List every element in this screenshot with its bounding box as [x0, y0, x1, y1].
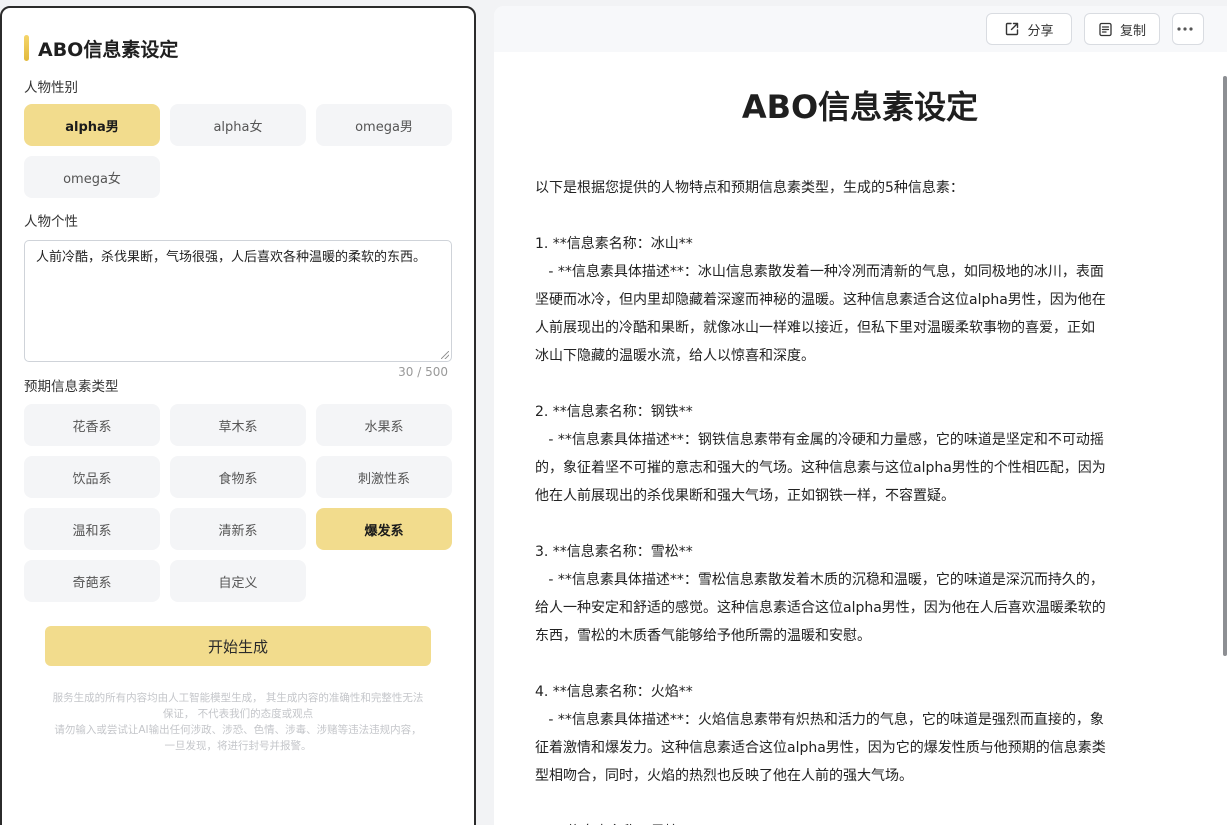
disclaimer-line: 保证， 不代表我们的态度或观点 [162, 708, 314, 720]
gender-option-alpha-male[interactable]: alpha男 [24, 104, 160, 146]
gender-option-omega-male[interactable]: omega男 [316, 104, 452, 146]
pheromone-desc-line: 人前展现出的冷酷和果断，就像冰山一样难以接近，但私下里对温暖柔软事物的喜爱，正如 [535, 320, 1095, 336]
document-intro: 以下是根据您提供的人物特点和预期信息素类型，生成的5种信息素： [535, 180, 964, 196]
personality-input[interactable] [25, 241, 451, 361]
result-panel: 分享 复制 ABO信息素设定 以下是根据您提供的人物特点和预期信息素类型，生成的… [494, 6, 1227, 825]
type-option-explosive[interactable]: 爆发系 [316, 508, 452, 550]
pheromone-desc-line: - **信息素具体描述**：火焰信息素带有炽热和活力的气息，它的味道是强烈而直接… [535, 712, 1104, 728]
scrollbar-thumb[interactable] [1223, 76, 1227, 656]
more-horizontal-icon [1176, 27, 1193, 31]
pheromone-type-label: 预期信息素类型 [24, 379, 119, 395]
gender-option-alpha-female[interactable]: alpha女 [170, 104, 306, 146]
panel-header: ABO信息素设定 [24, 34, 450, 62]
type-option-fresh[interactable]: 清新系 [170, 508, 306, 550]
pheromone-name-line: 5. **信息素名称：黑檀** [535, 818, 1185, 825]
pheromone-desc-line: - **信息素具体描述**：冰山信息素散发着一种冷冽而清新的气息，如同极地的冰川… [535, 264, 1104, 280]
type-option-mild[interactable]: 温和系 [24, 508, 160, 550]
pheromone-name-line: 3. **信息素名称：雪松** [535, 544, 693, 560]
pheromone-desc-line: 征着激情和爆发力。这种信息素适合这位alpha男性，因为它的爆发性质与他预期的信… [535, 740, 1106, 756]
type-option-drink[interactable]: 饮品系 [24, 456, 160, 498]
pheromone-desc-line: 冰山下隐藏的温暖水流，给人以惊喜和深度。 [535, 348, 815, 364]
result-toolbar: 分享 复制 [494, 6, 1227, 52]
disclaimer-line: 服务生成的所有内容均由人工智能模型生成， 其生成内容的准确性和完整性无法 [52, 692, 424, 704]
pheromone-name-line: 2. **信息素名称：钢铁** [535, 404, 693, 420]
char-counter: 30 / 500 [398, 365, 448, 379]
type-option-pungent[interactable]: 刺激性系 [316, 456, 452, 498]
type-option-fruit[interactable]: 水果系 [316, 404, 452, 446]
personality-label: 人物个性 [24, 214, 78, 230]
settings-panel: ABO信息素设定 人物性别 alpha男 alpha女 omega男 omega… [0, 6, 476, 825]
share-label: 分享 [1027, 23, 1054, 39]
panel-title: ABO信息素设定 [38, 38, 179, 61]
copy-icon [1099, 22, 1112, 36]
type-option-custom[interactable]: 自定义 [170, 560, 306, 602]
copy-label: 复制 [1119, 23, 1146, 39]
more-button[interactable] [1172, 13, 1204, 45]
pheromone-desc-line: 东西，雪松的木质香气能够给予他所需的温暖和安慰。 [535, 628, 871, 644]
result-document: ABO信息素设定 以下是根据您提供的人物特点和预期信息素类型，生成的5种信息素：… [535, 52, 1185, 825]
pheromone-desc-line: - **信息素具体描述**：雪松信息素散发着木质的沉稳和温暖，它的味道是深沉而持… [535, 572, 1104, 588]
type-option-weird[interactable]: 奇葩系 [24, 560, 160, 602]
pheromone-desc-line: - **信息素具体描述**：钢铁信息素带有金属的冷硬和力量感，它的味道是坚定和不… [535, 432, 1104, 448]
share-button[interactable]: 分享 [986, 13, 1072, 45]
type-option-herbal[interactable]: 草木系 [170, 404, 306, 446]
pheromone-name-line: 4. **信息素名称：火焰** [535, 684, 693, 700]
generate-button[interactable]: 开始生成 [45, 626, 431, 666]
resize-handle-icon[interactable] [441, 351, 449, 359]
disclaimer-line: 一旦发现，将进行封号并报警。 [164, 740, 312, 752]
share-icon [1006, 22, 1019, 36]
gender-label: 人物性别 [24, 80, 78, 96]
disclaimer: 服务生成的所有内容均由人工智能模型生成， 其生成内容的准确性和完整性无法 保证，… [24, 690, 452, 754]
title-accent-bar [24, 35, 29, 61]
disclaimer-line: 请勿输入或尝试让AI输出任何涉政、涉恐、色情、涉毒、涉赌等违法违规内容， [54, 724, 422, 736]
app-root: ABO信息素设定 人物性别 alpha男 alpha女 omega男 omega… [0, 0, 1227, 825]
pheromone-name-line: 1. **信息素名称：冰山** [535, 236, 693, 252]
personality-field[interactable] [24, 240, 452, 362]
gender-option-omega-female[interactable]: omega女 [24, 156, 160, 198]
pheromone-desc-line: 型相吻合，同时，火焰的热烈也反映了他在人前的强大气场。 [535, 768, 913, 784]
pheromone-desc-line: 他在人前展现出的杀伐果断和强大气场，正如钢铁一样，不容置疑。 [535, 488, 955, 504]
type-option-floral[interactable]: 花香系 [24, 404, 160, 446]
copy-button[interactable]: 复制 [1084, 13, 1160, 45]
pheromone-desc-line: 的，象征着坚不可摧的意志和强大的气场。这种信息素与这位alpha男性的个性相匹配… [535, 460, 1106, 476]
type-option-food[interactable]: 食物系 [170, 456, 306, 498]
document-body: 以下是根据您提供的人物特点和预期信息素类型，生成的5种信息素： 1. **信息素… [535, 174, 1185, 825]
pheromone-desc-line: 给人一种安定和舒适的感觉。这种信息素适合这位alpha男性，因为他在人后喜欢温暖… [535, 600, 1106, 616]
document-title: ABO信息素设定 [741, 88, 979, 126]
pheromone-desc-line: 坚硬而冰冷，但内里却隐藏着深邃而神秘的温暖。这种信息素适合这位alpha男性，因… [535, 292, 1106, 308]
